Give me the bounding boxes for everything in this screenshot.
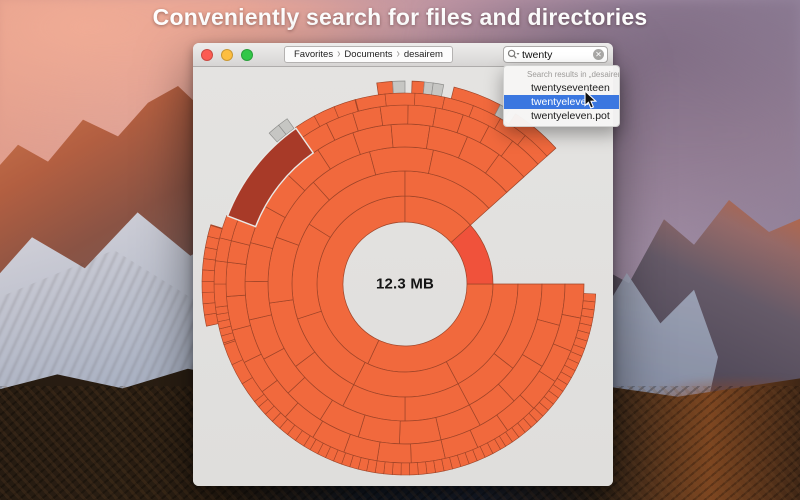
sunburst-segment[interactable] — [202, 281, 214, 292]
sunburst-segment[interactable] — [214, 261, 227, 284]
sunburst-segment[interactable] — [214, 284, 227, 307]
sunburst-segment[interactable] — [202, 270, 214, 281]
search-icon[interactable] — [507, 49, 520, 60]
sunburst-segment[interactable] — [392, 463, 401, 475]
sunburst-segment[interactable] — [370, 147, 434, 175]
chevron-right-icon: › — [394, 48, 401, 62]
sunburst-segment[interactable] — [583, 293, 596, 302]
desktop: Conveniently search for files and direct… — [0, 0, 800, 500]
sunlit-rocks-glow — [600, 378, 800, 500]
sunburst-segment[interactable] — [377, 442, 411, 463]
sunburst-segment[interactable] — [399, 417, 441, 444]
sunburst-segment[interactable] — [408, 105, 436, 126]
sunburst-segment[interactable] — [226, 262, 246, 296]
chart-area: 12.3 MB — [193, 67, 613, 486]
chevron-right-icon: › — [335, 48, 342, 62]
sunburst-segment[interactable] — [417, 462, 426, 475]
sunburst-segment[interactable] — [385, 93, 415, 106]
zoom-button[interactable] — [241, 49, 253, 61]
sunburst-segment[interactable] — [391, 124, 430, 149]
window-titlebar[interactable]: Favorites›Documents›desairem ✕ — [193, 43, 613, 67]
sunburst-segment[interactable] — [202, 292, 215, 304]
breadcrumb-item-favorites[interactable]: Favorites — [292, 49, 335, 60]
search-results-header: Search results in „desairem“ — [504, 68, 619, 81]
hero-title: Conveniently search for files and direct… — [0, 4, 800, 31]
sunburst-segment[interactable] — [401, 463, 410, 475]
mouse-cursor — [584, 90, 598, 110]
sunburst-segment[interactable] — [432, 83, 444, 97]
sunburst-segment[interactable] — [412, 81, 425, 94]
search-field[interactable]: ✕ — [503, 46, 608, 63]
search-result-item[interactable]: twentyeleven.pot — [504, 109, 619, 123]
sunburst-segment[interactable] — [393, 81, 405, 93]
clear-search-icon[interactable]: ✕ — [593, 49, 604, 60]
sunburst-segment[interactable] — [203, 303, 216, 315]
traffic-lights — [201, 49, 253, 61]
breadcrumb: Favorites›Documents›desairem — [284, 46, 453, 63]
search-result-item[interactable]: twentyseventeen — [504, 81, 619, 95]
sunburst-segment[interactable] — [377, 81, 394, 94]
breadcrumb-item-documents[interactable]: Documents — [342, 49, 394, 60]
total-size-label: 12.3 MB — [376, 276, 434, 293]
sunburst-segment[interactable] — [562, 284, 584, 318]
search-result-item[interactable]: twentyeleven — [504, 95, 619, 109]
sunburst-segment[interactable] — [245, 281, 272, 320]
sunburst-segment[interactable] — [202, 259, 215, 271]
close-button[interactable] — [201, 49, 213, 61]
search-results-dropdown: Search results in „desairem“ twentyseven… — [503, 65, 620, 127]
sunburst-segment[interactable] — [426, 461, 436, 474]
minimize-button[interactable] — [221, 49, 233, 61]
breadcrumb-item-desairem[interactable]: desairem — [402, 49, 445, 60]
sunburst-segment[interactable] — [204, 313, 218, 326]
sunburst-segment[interactable] — [409, 463, 418, 475]
sunburst-segment[interactable] — [380, 105, 408, 126]
search-input[interactable] — [520, 48, 593, 61]
